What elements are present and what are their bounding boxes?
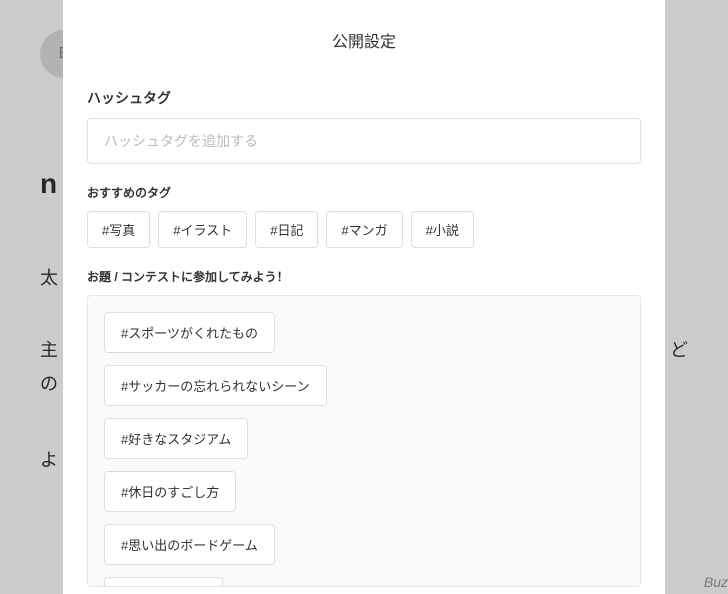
contest-tag-chip[interactable]: #私の作品紹介 xyxy=(104,577,223,587)
tag-chip[interactable]: #マンガ xyxy=(326,211,402,248)
contest-tag-chip[interactable]: #思い出のボードゲーム xyxy=(104,524,275,565)
contest-tag-chip[interactable]: #好きなスタジアム xyxy=(104,418,248,459)
publish-settings-modal: 公開設定 ハッシュタグ おすすめのタグ #写真 #イラスト #日記 #マンガ #… xyxy=(63,0,665,594)
tag-chip[interactable]: #写真 xyxy=(87,211,150,248)
contest-label: お題 / コンテストに参加してみよう！ xyxy=(87,268,641,285)
tag-chip[interactable]: #小説 xyxy=(411,211,474,248)
recommended-tags-row: #写真 #イラスト #日記 #マンガ #小説 xyxy=(87,211,641,248)
contest-tag-chip[interactable]: #スポーツがくれたもの xyxy=(104,312,275,353)
tag-chip[interactable]: #イラスト xyxy=(158,211,247,248)
contest-tag-chip[interactable]: #休日のすごし方 xyxy=(104,471,236,512)
contest-scroll-area[interactable]: #スポーツがくれたもの #サッカーの忘れられないシーン #好きなスタジアム #休… xyxy=(87,295,641,587)
modal-title: 公開設定 xyxy=(87,28,641,52)
hashtag-input[interactable] xyxy=(87,118,641,164)
hashtag-label: ハッシュタグ xyxy=(87,88,641,108)
contest-tag-chip[interactable]: #サッカーの忘れられないシーン xyxy=(104,365,327,406)
tag-chip[interactable]: #日記 xyxy=(255,211,318,248)
recommended-tags-label: おすすめのタグ xyxy=(87,184,641,201)
